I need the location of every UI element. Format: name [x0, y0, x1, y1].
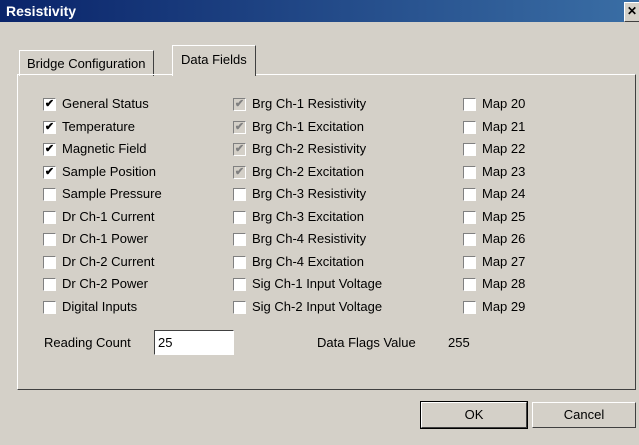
tab-bridge-configuration[interactable]: Bridge Configuration	[19, 50, 154, 76]
data-fields-panel	[17, 74, 636, 390]
close-button[interactable]: ✕	[624, 2, 639, 22]
cancel-button[interactable]: Cancel	[532, 402, 636, 428]
close-icon: ✕	[626, 4, 638, 18]
tab-label: Data Fields	[181, 52, 247, 67]
ok-button[interactable]: OK	[420, 401, 528, 429]
tab-label: Bridge Configuration	[27, 56, 146, 71]
tab-data-fields[interactable]: Data Fields	[172, 45, 256, 76]
title-bar: Resistivity ✕	[0, 0, 639, 22]
window-title: Resistivity	[6, 3, 77, 19]
